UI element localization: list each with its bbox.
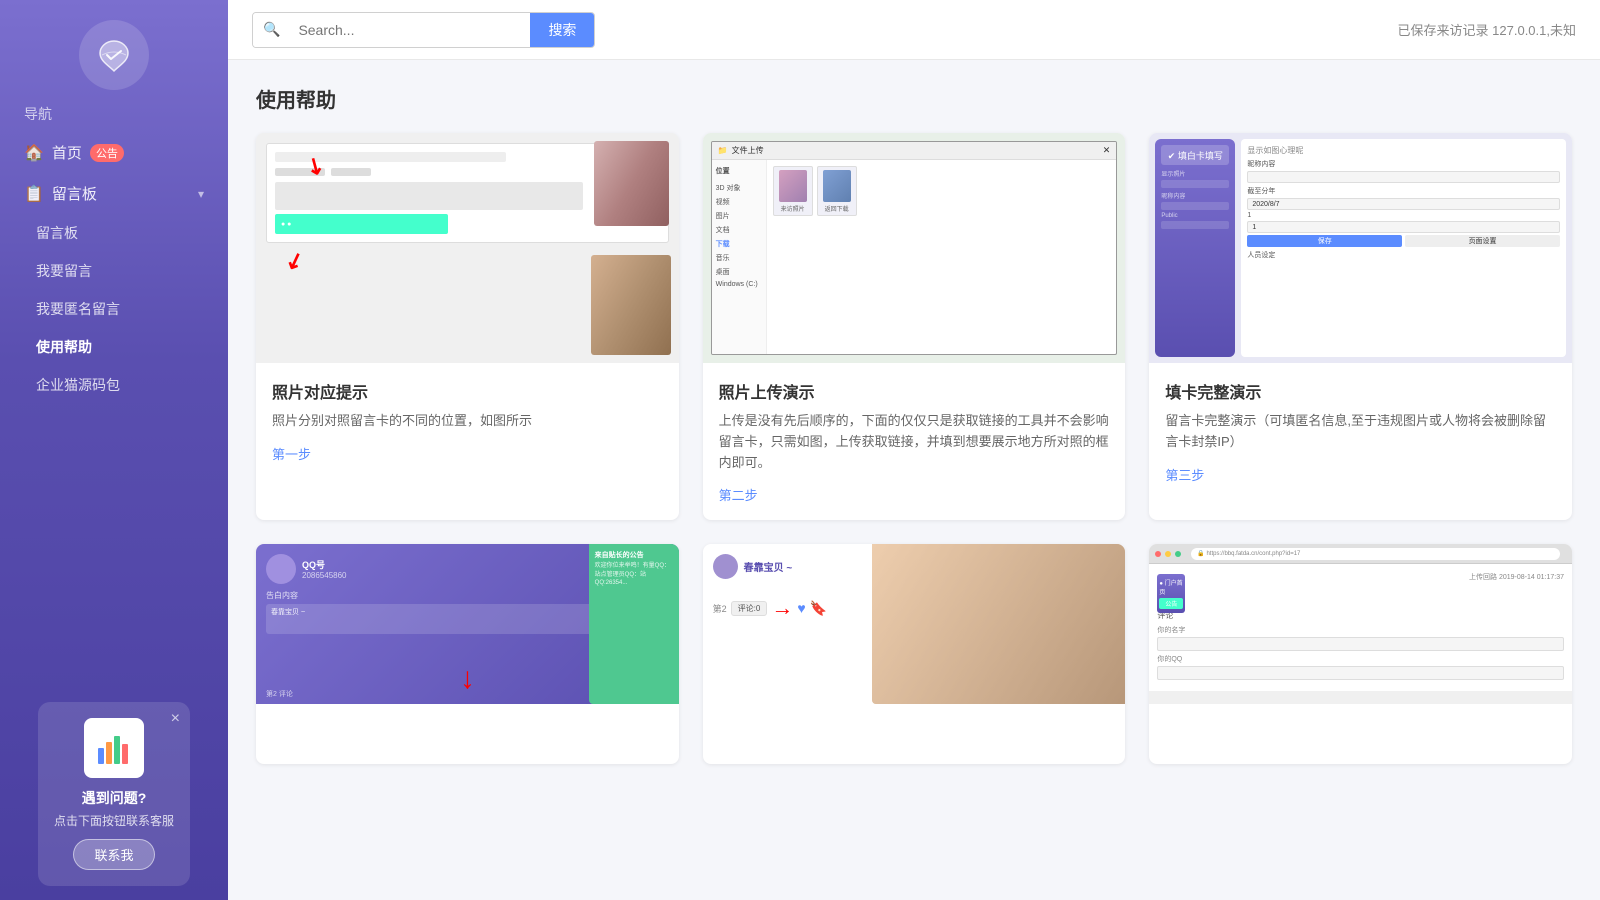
bottom-card-profile: QQ号 2086545860 修升级 告白内容 春靠宝贝 ~ ↓ bbox=[256, 544, 679, 764]
header-status: 已保存来访记录 127.0.0.1,未知 bbox=[1398, 20, 1576, 39]
sidebar-guestbook-label: 留言板 bbox=[52, 183, 97, 204]
bottom-card-img-comment: 春靠宝贝 ~ 第2 评论:0 → ♥ 🔖 bbox=[703, 544, 1126, 704]
card-desc-photo-upload: 上传是没有先后顺序的，下面的仅仅只是获取链接的工具并不会影响留言卡，只需如图，上… bbox=[719, 411, 1110, 473]
card-step-photo-upload[interactable]: 第二步 bbox=[719, 485, 1110, 504]
card-desc-photo-hint: 照片分别对照留言卡的不同的位置，如图所示 bbox=[272, 411, 663, 432]
card-image-fill-demo: ✔ 填白卡填写 显示照片 昵称内容 Public 显示如图心理呢 昵称内容 bbox=[1149, 133, 1572, 363]
sidebar-item-sub-help[interactable]: 使用帮助 bbox=[0, 328, 228, 366]
chart-icon bbox=[96, 730, 132, 766]
sidebar: 导航 🏠 首页 公告 📋 留言板 ▾ 留言板 我要留言 我要匿名留言 使用帮助 … bbox=[0, 0, 228, 900]
nav-label: 导航 bbox=[0, 104, 52, 124]
card-body-photo-hint: 照片对应提示 照片分别对照留言卡的不同的位置，如图所示 第一步 bbox=[256, 363, 679, 479]
search-wrapper: 🔍 搜索 bbox=[252, 12, 595, 48]
search-button[interactable]: 搜索 bbox=[530, 12, 594, 48]
sidebar-submenu: 留言板 我要留言 我要匿名留言 使用帮助 企业猫源码包 bbox=[0, 214, 228, 404]
sidebar-item-guestbook[interactable]: 📋 留言板 ▾ bbox=[0, 173, 228, 214]
sidebar-home-label: 首页 bbox=[52, 142, 82, 163]
chevron-down-icon: ▾ bbox=[198, 187, 204, 201]
card-step-fill-demo[interactable]: 第三步 bbox=[1165, 465, 1556, 484]
card-title-fill-demo: 填卡完整演示 bbox=[1165, 379, 1556, 403]
main-container: 🔍 搜索 已保存来访记录 127.0.0.1,未知 使用帮助 bbox=[228, 0, 1600, 900]
search-input[interactable] bbox=[290, 22, 530, 38]
card-photo-hint: ● ● ↘ ↘ bbox=[256, 133, 679, 520]
home-icon: 🏠 bbox=[24, 143, 44, 163]
popup-title: 遇到问题? bbox=[54, 788, 174, 808]
card-photo-upload: 📁 文件上传 ✕ 位置 3D 对象 视频 图片 文档 bbox=[703, 133, 1126, 520]
sidebar-item-sub-guestboard[interactable]: 留言板 bbox=[0, 214, 228, 252]
sidebar-popup-card: × 遇到问题? 点击下面按钮联系客服 联系我 bbox=[38, 702, 190, 886]
popup-icon bbox=[84, 718, 144, 778]
header: 🔍 搜索 已保存来访记录 127.0.0.1,未知 bbox=[228, 0, 1600, 60]
card-image-photo-hint: ● ● ↘ ↘ bbox=[256, 133, 679, 363]
search-icon: 🔍 bbox=[253, 13, 290, 47]
sidebar-item-sub-anonymous[interactable]: 我要匿名留言 bbox=[0, 290, 228, 328]
sidebar-item-sub-enterprise[interactable]: 企业猫源码包 bbox=[0, 366, 228, 404]
card-image-photo-upload: 📁 文件上传 ✕ 位置 3D 对象 视频 图片 文档 bbox=[703, 133, 1126, 363]
card-fill-demo: ✔ 填白卡填写 显示照片 昵称内容 Public 显示如图心理呢 昵称内容 bbox=[1149, 133, 1572, 520]
card-grid: ● ● ↘ ↘ bbox=[256, 133, 1572, 520]
page-title: 使用帮助 bbox=[256, 84, 1572, 113]
guestbook-icon: 📋 bbox=[24, 184, 44, 204]
card-body-fill-demo: 填卡完整演示 留言卡完整演示（可填匿名信息,至于违规图片或人物将会被删除留言卡封… bbox=[1149, 363, 1572, 500]
card-title-photo-upload: 照片上传演示 bbox=[719, 379, 1110, 403]
popup-close-button[interactable]: × bbox=[171, 710, 180, 728]
bottom-card-admin: 🔒 https://bbq.fatda.cn/cont.php?id=17 上传… bbox=[1149, 544, 1572, 764]
card-title-photo-hint: 照片对应提示 bbox=[272, 379, 663, 403]
sidebar-item-home[interactable]: 🏠 首页 公告 bbox=[0, 132, 228, 173]
file-dialog-mock: 📁 文件上传 ✕ 位置 3D 对象 视频 图片 文档 bbox=[711, 141, 1118, 355]
bottom-card-img-profile: QQ号 2086545860 修升级 告白内容 春靠宝贝 ~ ↓ bbox=[256, 544, 679, 704]
bottom-card-grid: QQ号 2086545860 修升级 告白内容 春靠宝贝 ~ ↓ bbox=[256, 544, 1572, 764]
content-area: 使用帮助 bbox=[228, 60, 1600, 900]
logo bbox=[79, 20, 149, 90]
card-step-photo-hint[interactable]: 第一步 bbox=[272, 444, 663, 463]
bottom-card-img-admin: 🔒 https://bbq.fatda.cn/cont.php?id=17 上传… bbox=[1149, 544, 1572, 704]
popup-desc: 点击下面按钮联系客服 bbox=[54, 812, 174, 829]
bottom-card-comment: 春靠宝贝 ~ 第2 评论:0 → ♥ 🔖 bbox=[703, 544, 1126, 764]
logo-icon bbox=[92, 33, 136, 77]
card-body-photo-upload: 照片上传演示 上传是没有先后顺序的，下面的仅仅只是获取链接的工具并不会影响留言卡… bbox=[703, 363, 1126, 520]
contact-button[interactable]: 联系我 bbox=[73, 839, 154, 870]
announcement-badge: 公告 bbox=[90, 144, 124, 162]
sidebar-item-sub-my-message[interactable]: 我要留言 bbox=[0, 252, 228, 290]
card-desc-fill-demo: 留言卡完整演示（可填匿名信息,至于违规图片或人物将会被删除留言卡封禁IP） bbox=[1165, 411, 1556, 453]
